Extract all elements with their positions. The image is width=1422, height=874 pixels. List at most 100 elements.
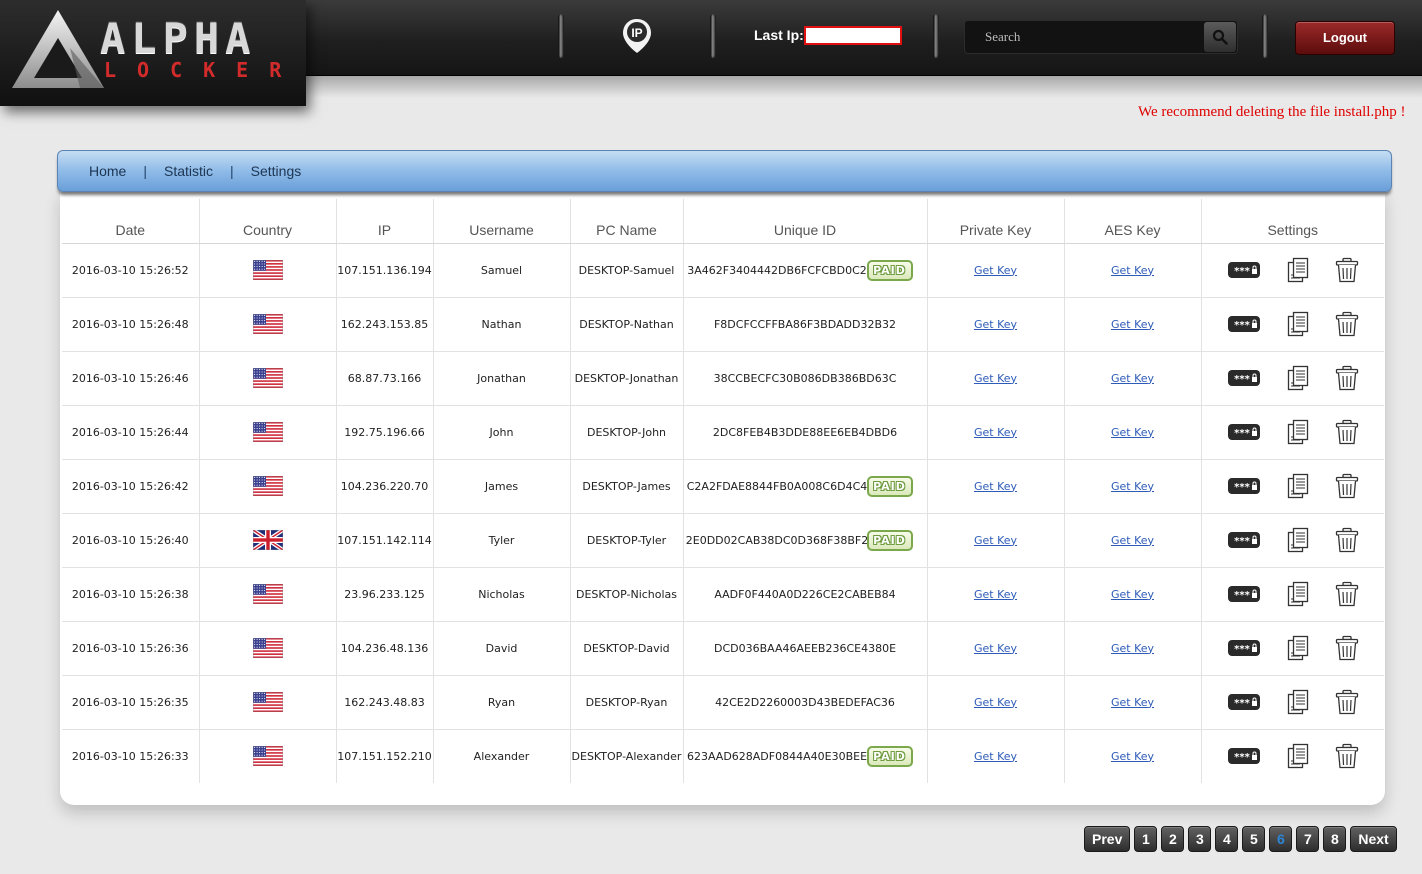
trash-icon[interactable] xyxy=(1335,527,1359,553)
search-button[interactable] xyxy=(1204,22,1236,52)
nav-settings[interactable]: Settings xyxy=(251,163,302,179)
copy-documents-icon[interactable] xyxy=(1287,419,1309,445)
svg-text:***: *** xyxy=(1234,428,1250,439)
get-private-key-link[interactable]: Get Key xyxy=(974,750,1017,763)
password-key-icon[interactable]: *** xyxy=(1227,315,1261,333)
victims-panel: Date Country IP Username PC Name Unique ID Pri… xyxy=(60,190,1385,805)
pc-name-cell: DESKTOP-Ryan xyxy=(569,675,683,730)
copy-documents-icon[interactable] xyxy=(1287,635,1309,661)
unique-id-cell: C2A2FDAE8844FB0A008C6D4C4 PAID xyxy=(682,459,927,514)
next-page-button[interactable]: Next xyxy=(1350,826,1397,852)
get-private-key-link[interactable]: Get Key xyxy=(974,588,1017,601)
copy-documents-icon[interactable] xyxy=(1287,257,1309,283)
page-button-6[interactable]: 6 xyxy=(1269,826,1293,852)
password-key-icon[interactable]: *** xyxy=(1227,261,1261,279)
paid-badge: PAID xyxy=(866,475,913,497)
nav-statistic[interactable]: Statistic xyxy=(164,163,213,179)
password-key-icon[interactable]: *** xyxy=(1227,531,1261,549)
password-key-icon[interactable]: *** xyxy=(1227,477,1261,495)
trash-icon[interactable] xyxy=(1335,311,1359,337)
table-row: 2016-03-10 15:26:35 162.243.48.83 Ryan DESK… xyxy=(62,675,1384,730)
copy-documents-icon[interactable] xyxy=(1287,743,1309,769)
get-private-key-link[interactable]: Get Key xyxy=(974,372,1017,385)
svg-text:IP: IP xyxy=(631,26,642,40)
trash-icon[interactable] xyxy=(1335,581,1359,607)
get-aes-key-link[interactable]: Get Key xyxy=(1111,318,1154,331)
get-aes-key-link[interactable]: Get Key xyxy=(1111,750,1154,763)
column-header: IP xyxy=(335,199,433,244)
get-aes-key-link[interactable]: Get Key xyxy=(1111,480,1154,493)
country-cell xyxy=(198,243,336,298)
nav-home[interactable]: Home xyxy=(89,163,126,179)
column-header: Username xyxy=(432,199,570,244)
trash-icon[interactable] xyxy=(1335,473,1359,499)
trash-icon[interactable] xyxy=(1335,365,1359,391)
password-key-icon[interactable]: *** xyxy=(1227,585,1261,603)
get-aes-key-link[interactable]: Get Key xyxy=(1111,372,1154,385)
get-aes-key-link[interactable]: Get Key xyxy=(1111,534,1154,547)
page-button-3[interactable]: 3 xyxy=(1188,826,1212,852)
table-row: 2016-03-10 15:26:38 23.96.233.125 Nicholas… xyxy=(62,567,1384,622)
copy-documents-icon[interactable] xyxy=(1287,365,1309,391)
page-button-2[interactable]: 2 xyxy=(1161,826,1185,852)
page-button-8[interactable]: 8 xyxy=(1323,826,1347,852)
get-aes-key-link[interactable]: Get Key xyxy=(1111,264,1154,277)
unique-id-text: 38CCBECFC30B086DB386BD63C xyxy=(713,371,897,385)
password-key-icon[interactable]: *** xyxy=(1227,423,1261,441)
aes-key-cell: Get Key xyxy=(1063,729,1201,783)
country-cell xyxy=(198,513,336,568)
trash-icon[interactable] xyxy=(1335,635,1359,661)
column-header: Unique ID xyxy=(682,199,927,244)
column-header: Private Key xyxy=(926,199,1064,244)
unique-id-text: 3A462F3404442DB6FCFCBD0C2 xyxy=(687,263,867,277)
trash-icon[interactable] xyxy=(1335,743,1359,769)
password-key-icon[interactable]: *** xyxy=(1227,747,1261,765)
aes-key-cell: Get Key xyxy=(1063,297,1201,352)
trash-icon[interactable] xyxy=(1335,689,1359,715)
copy-documents-icon[interactable] xyxy=(1287,689,1309,715)
get-private-key-link[interactable]: Get Key xyxy=(974,642,1017,655)
page-button-4[interactable]: 4 xyxy=(1215,826,1239,852)
get-private-key-link[interactable]: Get Key xyxy=(974,480,1017,493)
table-row: 2016-03-10 15:26:44 192.75.196.66 John DESK… xyxy=(62,405,1384,460)
get-aes-key-link[interactable]: Get Key xyxy=(1111,642,1154,655)
copy-documents-icon[interactable] xyxy=(1287,527,1309,553)
username-cell: Jonathan xyxy=(432,351,570,406)
password-key-icon[interactable]: *** xyxy=(1227,639,1261,657)
ip-cell: 107.151.136.194 xyxy=(335,243,433,298)
ip-location-pin-icon[interactable]: IP xyxy=(622,18,652,54)
us-flag-icon xyxy=(252,692,283,712)
ip-cell: 107.151.142.114 xyxy=(335,513,433,568)
prev-page-button[interactable]: Prev xyxy=(1084,826,1131,852)
copy-documents-icon[interactable] xyxy=(1287,473,1309,499)
copy-documents-icon[interactable] xyxy=(1287,311,1309,337)
logout-button[interactable]: Logout xyxy=(1295,21,1395,55)
table-header-row: Date Country IP Username PC Name Unique ID Pri… xyxy=(62,199,1384,244)
get-private-key-link[interactable]: Get Key xyxy=(974,318,1017,331)
copy-documents-icon[interactable] xyxy=(1287,581,1309,607)
get-private-key-link[interactable]: Get Key xyxy=(974,696,1017,709)
get-aes-key-link[interactable]: Get Key xyxy=(1111,696,1154,709)
password-key-icon[interactable]: *** xyxy=(1227,369,1261,387)
unique-id-text: 2DC8FEB4B3DDE88EE6EB4DBD6 xyxy=(712,425,898,439)
trash-icon[interactable] xyxy=(1335,257,1359,283)
nav-separator: | xyxy=(230,163,234,179)
logo[interactable]: ALPHA LOCKER xyxy=(0,0,306,106)
password-key-icon[interactable]: *** xyxy=(1227,693,1261,711)
page-button-1[interactable]: 1 xyxy=(1134,826,1158,852)
pc-name-cell: DESKTOP-James xyxy=(569,459,683,514)
page-button-7[interactable]: 7 xyxy=(1296,826,1320,852)
table-row: 2016-03-10 15:26:48 162.243.153.85 Nathan D… xyxy=(62,297,1384,352)
get-private-key-link[interactable]: Get Key xyxy=(974,534,1017,547)
get-aes-key-link[interactable]: Get Key xyxy=(1111,426,1154,439)
page-button-5[interactable]: 5 xyxy=(1242,826,1266,852)
get-private-key-link[interactable]: Get Key xyxy=(974,426,1017,439)
get-private-key-link[interactable]: Get Key xyxy=(974,264,1017,277)
trash-icon[interactable] xyxy=(1335,419,1359,445)
get-aes-key-link[interactable]: Get Key xyxy=(1111,588,1154,601)
column-header: PC Name xyxy=(569,199,683,244)
column-header: Settings xyxy=(1200,199,1384,244)
search-input[interactable] xyxy=(965,21,1205,53)
date-cell: 2016-03-10 15:26:38 xyxy=(62,567,199,622)
table-row: 2016-03-10 15:26:42 104.236.220.70 James DE… xyxy=(62,459,1384,514)
